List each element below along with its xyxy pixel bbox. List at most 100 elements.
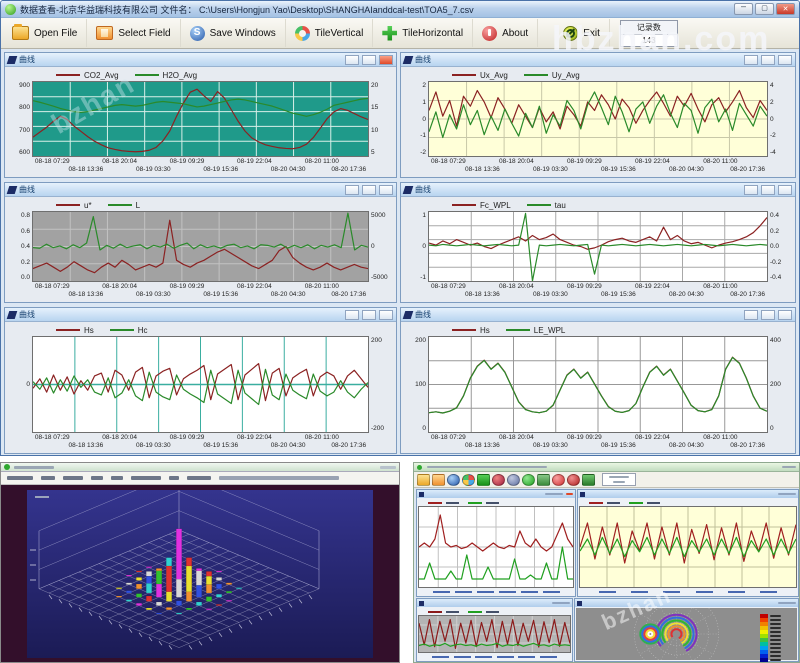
plot-area (428, 81, 768, 157)
child-close-button[interactable] (778, 55, 792, 65)
axis-tick: 08-18 20:04 (102, 434, 137, 441)
axis-tick: 08-18 07:29 (35, 434, 70, 441)
child-maximize-button[interactable] (362, 55, 376, 65)
select-field-icon[interactable] (432, 474, 445, 486)
select-field-icon (96, 26, 113, 40)
axis-tick: 08-19 15:36 (601, 166, 636, 173)
axis-tick: 200 (371, 337, 391, 344)
chart-window-titlebar[interactable]: 曲线 (5, 53, 396, 67)
plot-area (418, 615, 571, 653)
child-close-button[interactable] (379, 310, 393, 320)
chart-legend: CO2_AvgH2O_Avg (8, 69, 393, 81)
close-button[interactable] (776, 3, 795, 15)
chart-window-hs-le: 曲线 HsLE_WPL2001000400200008-18 07:2908-1… (400, 307, 796, 454)
child-maximize-button[interactable] (362, 185, 376, 195)
legend-item: Uy_Avg (524, 71, 580, 80)
small-chart-titlebar[interactable] (417, 490, 575, 498)
legend-item (589, 502, 620, 504)
child-minimize-button[interactable] (744, 55, 758, 65)
exit-button[interactable]: Exit (554, 19, 610, 47)
surface-window-controls[interactable] (380, 466, 396, 469)
exit-icon[interactable] (582, 474, 595, 486)
legend-item: Hc (110, 326, 148, 335)
chart-window-title: 曲线 (19, 309, 342, 320)
mdi-area: 曲线 CO2_AvgH2O_Avg900800700600201510508-1… (1, 49, 799, 455)
save-windows-button[interactable]: Save Windows (181, 19, 286, 47)
surface-toolbar[interactable] (1, 472, 399, 485)
check-icon[interactable] (522, 474, 535, 486)
small-chart-controls[interactable] (778, 493, 796, 495)
minimize-button[interactable] (734, 3, 753, 15)
child-close-button[interactable] (778, 310, 792, 320)
open-file-button[interactable]: Open File (3, 19, 87, 47)
chart-window-titlebar[interactable]: 曲线 (5, 183, 396, 197)
title-bar[interactable]: 数据查看-北京华益瑞科技有限公司 文件名： C:\Users\Hongjun Y… (1, 1, 799, 18)
axis-tick: 08-19 22:04 (237, 434, 272, 441)
axis-tick: 0 (371, 243, 391, 250)
child-maximize-button[interactable] (761, 185, 775, 195)
axis-tick: 08-19 15:36 (601, 291, 636, 298)
child-minimize-button[interactable] (345, 185, 359, 195)
axis-tick: 0 (406, 425, 426, 432)
chart-fc-tau: Fc_WPLtau10-10.40.20.0-0.2-0.408-18 07:2… (402, 198, 794, 301)
small-chart-controls[interactable] (778, 602, 796, 604)
child-close-button[interactable] (379, 55, 393, 65)
save-windows-icon[interactable] (447, 474, 460, 486)
chart-window-ustar-l: 曲线 u*L0.80.60.40.20.050000-500008-18 07:… (4, 182, 397, 303)
child-minimize-button[interactable] (744, 185, 758, 195)
small-chart-titlebar[interactable] (578, 490, 798, 498)
child-maximize-button[interactable] (362, 310, 376, 320)
chart-window-titlebar[interactable]: 曲线 (401, 183, 795, 197)
tile-horizontal-icon[interactable] (477, 474, 490, 486)
child-minimize-button[interactable] (345, 55, 359, 65)
plot-area (428, 211, 768, 282)
chart-window-titlebar[interactable]: 曲线 (401, 308, 795, 322)
about-icon (482, 26, 497, 41)
axis-tick: 0 (10, 381, 30, 388)
axis-tick: -1 (406, 274, 426, 281)
axis-tick: 5000 (371, 212, 391, 219)
child-minimize-button[interactable] (744, 310, 758, 320)
small-chart-controls[interactable] (552, 602, 570, 604)
child-maximize-button[interactable] (761, 310, 775, 320)
surface-title-bar[interactable] (1, 463, 399, 472)
tile-vertical-label: TileVertical (315, 28, 364, 39)
about-icon[interactable] (492, 474, 505, 486)
axis-tick: 0 (770, 425, 790, 432)
plot-area (32, 336, 369, 433)
small-chart-titlebar[interactable] (575, 599, 798, 607)
small-app-title-bar[interactable] (414, 463, 799, 472)
small-app-window-controls[interactable] (782, 466, 796, 468)
child-minimize-button[interactable] (345, 310, 359, 320)
axis-tick: 08-20 04:30 (669, 442, 704, 449)
axis-tick: 0.4 (10, 243, 30, 250)
tool-icon[interactable] (507, 474, 520, 486)
chart-window-icon (7, 186, 18, 194)
about-button[interactable]: About (473, 19, 538, 47)
select-field-button[interactable]: Select Field (87, 19, 180, 47)
stop-icon[interactable] (567, 474, 580, 486)
tile-horizontal-label: TileHorizontal (402, 28, 463, 39)
chart-window-titlebar[interactable]: 曲线 (401, 53, 795, 67)
add-icon[interactable] (552, 474, 565, 486)
tile-vertical-button[interactable]: TileVertical (286, 19, 374, 47)
tile-horizontal-button[interactable]: TileHorizontal (373, 19, 473, 47)
child-maximize-button[interactable] (761, 55, 775, 65)
plot-icon[interactable] (537, 474, 550, 486)
open-folder-icon[interactable] (417, 474, 430, 486)
small-chart-window-3 (416, 598, 573, 662)
axis-tick: 08-20 17:36 (730, 442, 765, 449)
child-close-button[interactable] (379, 185, 393, 195)
small-chart-controls[interactable] (545, 493, 563, 495)
tile-vertical-icon[interactable] (462, 474, 475, 486)
axis-tick: 15 (371, 104, 391, 111)
child-close-button[interactable] (778, 185, 792, 195)
x-axis-labels: 08-18 07:2908-18 20:0408-19 09:2908-19 2… (32, 282, 369, 300)
small-chart-close[interactable] (566, 493, 573, 495)
axis-tick: 08-19 09:29 (567, 283, 602, 290)
maximize-button[interactable] (755, 3, 774, 15)
small-chart-titlebar[interactable] (417, 599, 572, 607)
axis-tick: 08-20 11:00 (703, 434, 737, 441)
chart-window-titlebar[interactable]: 曲线 (5, 308, 396, 322)
axis-tick: 08-19 09:29 (170, 283, 205, 290)
